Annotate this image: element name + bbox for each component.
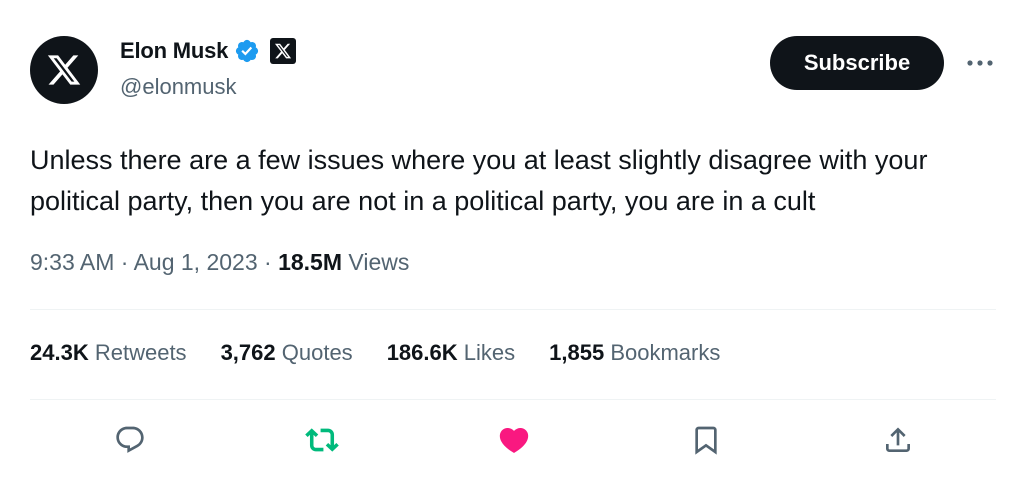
stat-count: 1,855 <box>549 340 605 365</box>
subscribe-button[interactable]: Subscribe <box>770 36 944 90</box>
tweet-detail: Elon Musk @elonmusk Subscribe Unless the… <box>0 0 1024 494</box>
tweet-meta: 9:33 AM · Aug 1, 2023 · 18.5M Views <box>30 249 409 276</box>
views-label: Views <box>348 249 410 275</box>
tweet-stats: 24.3K Retweets 3,762 Quotes 186.6K Likes… <box>30 340 754 366</box>
bookmark-icon <box>695 426 717 455</box>
reply-button[interactable] <box>110 420 150 460</box>
views-count: 18.5M <box>278 249 343 275</box>
stat-label: Quotes <box>281 340 353 365</box>
x-logo-icon <box>47 55 81 85</box>
stat-label: Retweets <box>94 340 187 365</box>
stat-label: Likes <box>463 340 516 365</box>
meta-separator: · <box>257 249 279 275</box>
like-button[interactable] <box>494 420 534 460</box>
stat-retweets[interactable]: 24.3K Retweets <box>30 340 187 366</box>
meta-separator: · <box>114 249 134 275</box>
stat-bookmarks[interactable]: 1,855 Bookmarks <box>549 340 720 366</box>
reply-icon <box>116 426 144 453</box>
divider <box>30 309 996 310</box>
tweet-text: Unless there are a few issues where you … <box>30 145 928 216</box>
tweet-date[interactable]: Aug 1, 2023 <box>134 249 258 275</box>
avatar[interactable] <box>30 36 98 104</box>
share-icon <box>886 427 910 452</box>
retweet-button[interactable] <box>302 420 342 460</box>
verified-badge-icon[interactable] <box>234 38 260 64</box>
like-icon <box>499 427 529 453</box>
bookmark-button[interactable] <box>686 420 726 460</box>
author-name-row: Elon Musk <box>120 38 297 64</box>
stat-count: 3,762 <box>220 340 276 365</box>
stat-quotes[interactable]: 3,762 Quotes <box>221 340 353 366</box>
divider <box>30 399 996 400</box>
author-handle[interactable]: @elonmusk <box>120 74 237 100</box>
stat-label: Bookmarks <box>610 340 721 365</box>
more-icon[interactable] <box>962 48 998 78</box>
share-button[interactable] <box>878 420 918 460</box>
stat-likes[interactable]: 186.6K Likes <box>387 340 515 366</box>
tweet-time[interactable]: 9:33 AM <box>30 249 114 275</box>
stat-count: 186.6K <box>386 340 458 365</box>
retweet-icon <box>305 428 339 452</box>
author-name[interactable]: Elon Musk <box>120 38 228 64</box>
x-affiliation-icon[interactable] <box>270 38 297 64</box>
stat-count: 24.3K <box>30 340 89 365</box>
